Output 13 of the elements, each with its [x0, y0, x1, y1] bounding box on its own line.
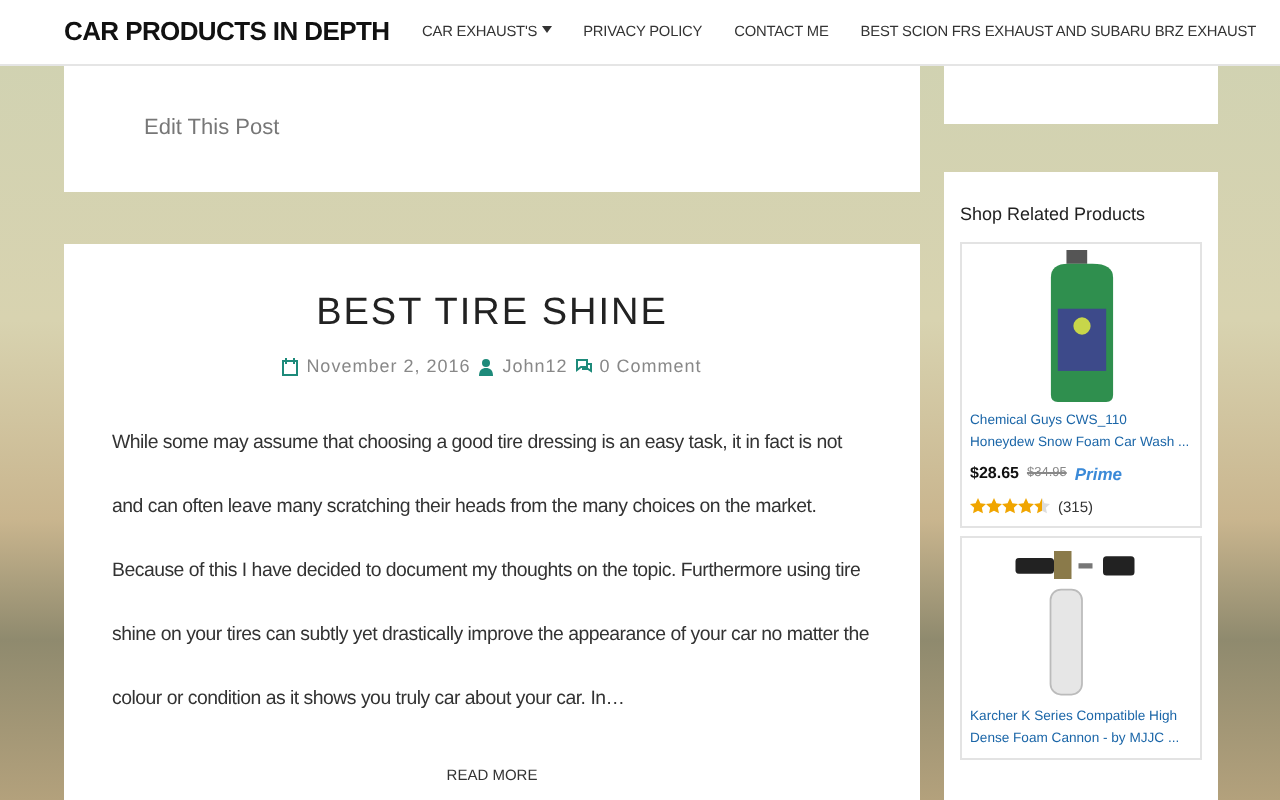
- user-icon: [478, 358, 495, 377]
- calendar-icon: [282, 358, 299, 377]
- comment-count[interactable]: 0 Comment: [599, 353, 702, 381]
- post-author[interactable]: John12: [502, 353, 568, 381]
- post-date[interactable]: November 2, 2016: [306, 353, 471, 381]
- comments-icon: [575, 358, 592, 377]
- widget-title: Shop Related Products: [960, 204, 1148, 226]
- post-title[interactable]: BEST TIRE SHINE: [316, 292, 668, 338]
- post-excerpt: While some may assume that choosing a good tire dressing is an easy task, it in fact is not and can often leave many scratching their heads from the many choices on the market. Because of this I have decided to document my thoughts on the topic. Furthermore using tire shine on your tires can subtly yet drastically improve the appearance of your car no matter the colour or condition as it shows you truly car about your car. In…: [110, 430, 871, 715]
- edit-post-link[interactable]: Edit This Post: [144, 112, 280, 146]
- product-price: $28.65: [970, 462, 1019, 487]
- site-title[interactable]: CAR PRODUCTS IN DEPTH: [64, 12, 390, 52]
- prime-label: Prime: [1074, 461, 1122, 488]
